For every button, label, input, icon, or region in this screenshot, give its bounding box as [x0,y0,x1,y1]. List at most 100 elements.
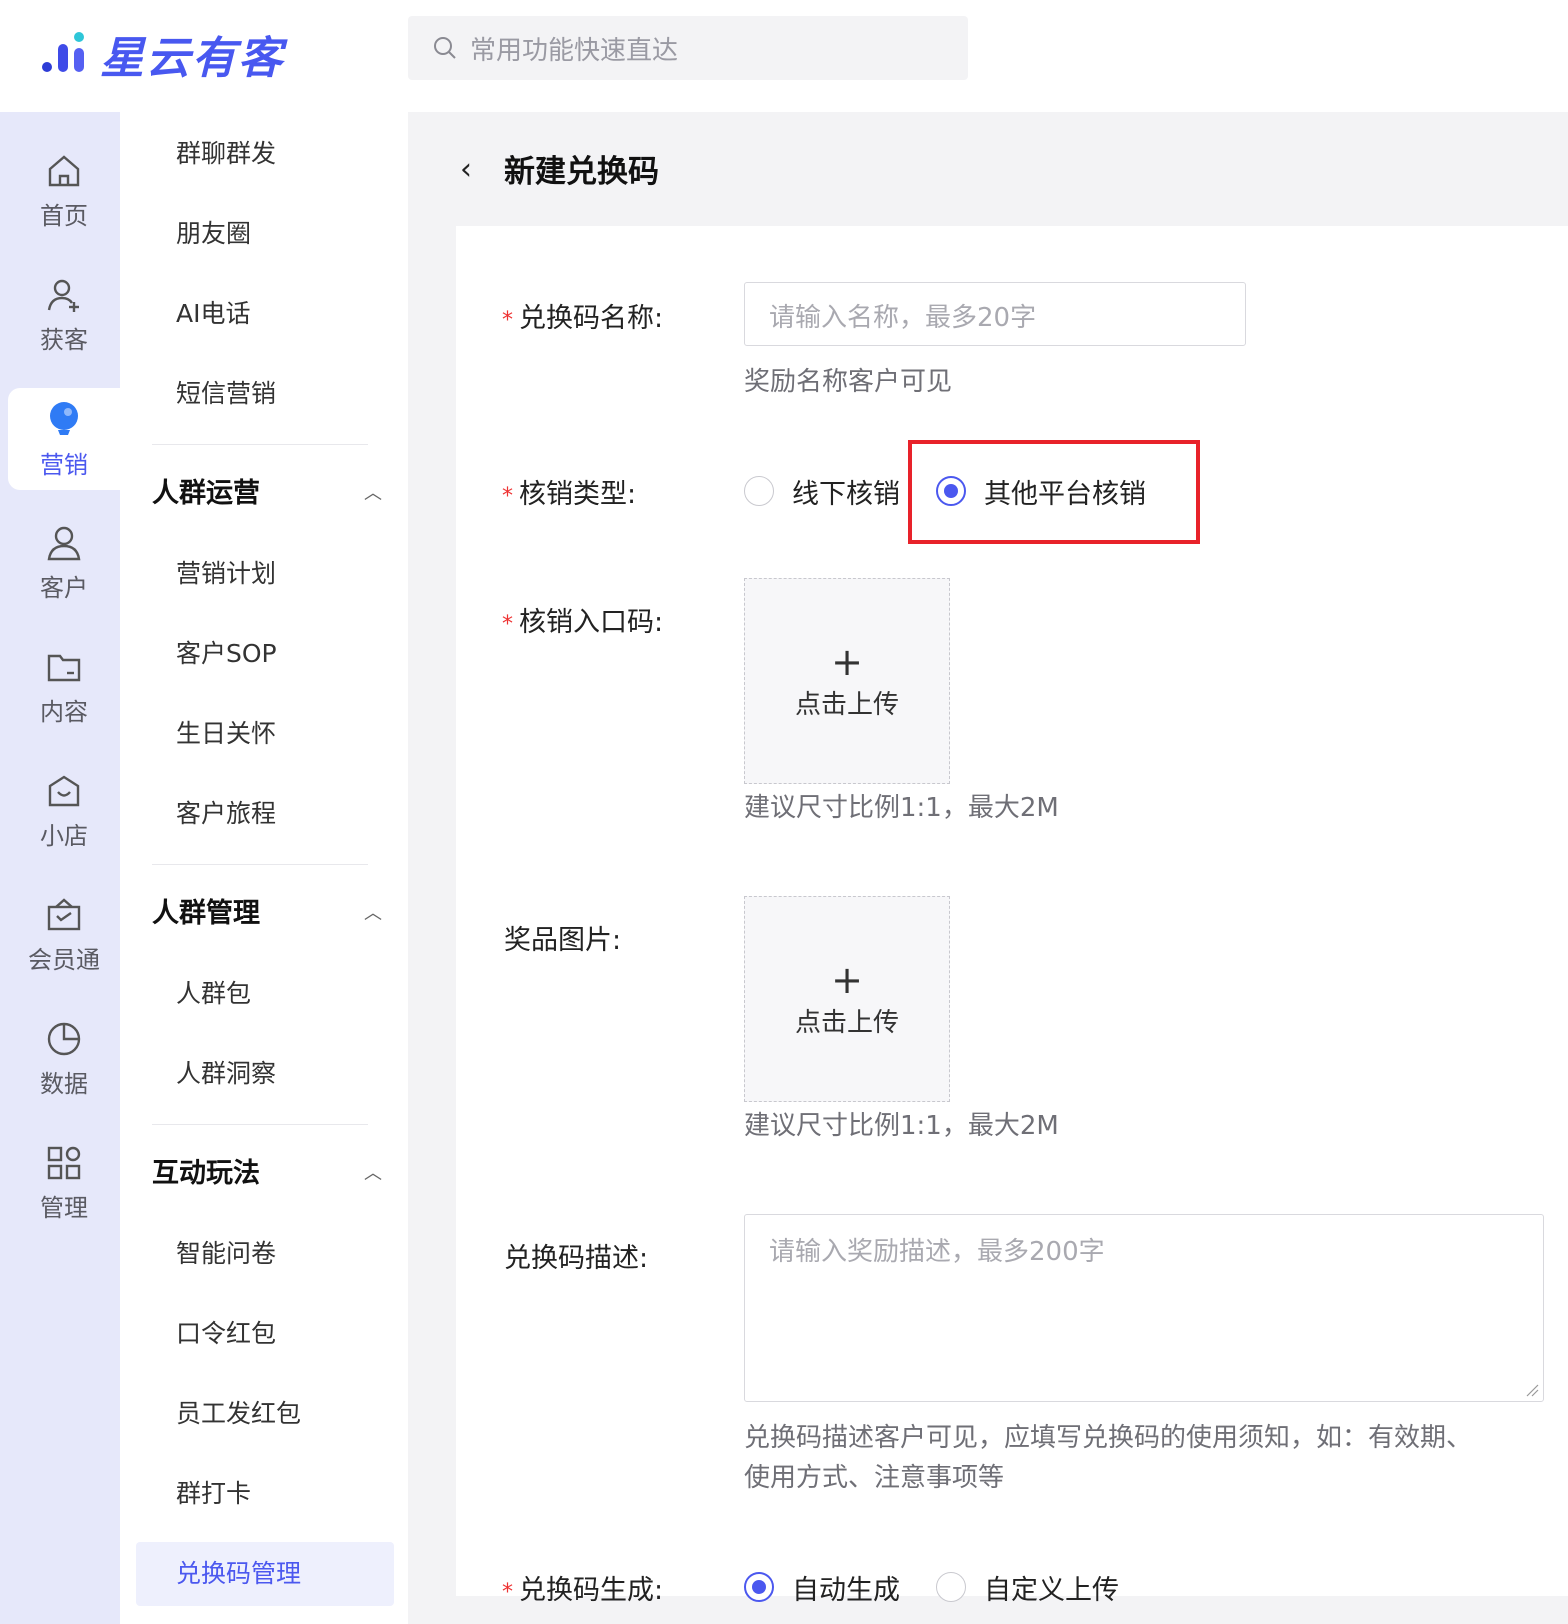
description-hint-line2: 使用方式、注意事项等 [744,1463,1005,1493]
brand-name: 星云有客 [100,33,284,84]
folder-icon [47,654,81,681]
rail-label: 获客 [40,325,88,354]
generation-label: * 兑换码生成: [502,1568,663,1607]
back-icon[interactable]: ‹ [460,152,472,187]
page-title: 新建兑换码 [504,154,659,190]
submenu-item[interactable]: 智能问卷 [176,1234,276,1274]
rail-label: 数据 [40,1069,88,1098]
group-title: 人群管理 [152,898,260,929]
submenu-item[interactable]: 口令红包 [176,1314,276,1354]
user-add-icon [47,279,79,312]
rail-item-content[interactable]: 内容 [8,636,120,738]
name-input[interactable]: 请输入名称，最多20字 [744,282,1246,346]
rail-item-marketing[interactable]: 营销 [8,388,120,490]
highlight-box [908,440,1200,544]
resize-handle-icon[interactable] [1525,1383,1539,1397]
prize-image-label: 奖品图片: [504,925,622,956]
submenu-item[interactable]: 群打卡 [176,1474,251,1514]
user-icon [47,526,81,560]
submenu-item[interactable]: AI电话 [176,294,250,334]
rail-item-shop[interactable]: 小店 [8,760,120,862]
rail-label: 管理 [40,1193,88,1222]
required-mark: * [502,308,513,333]
plus-icon: + [831,957,863,1002]
divider [152,444,368,445]
rail-item-acquire[interactable]: 获客 [8,264,120,366]
submenu-group-crowd-ops[interactable]: 人群运营 ︿ [152,474,382,514]
description-label: 兑换码描述: [504,1243,649,1274]
submenu-item[interactable]: 生日关怀 [176,714,276,754]
submenu-item-active[interactable]: 兑换码管理 [176,1554,301,1594]
label-text: 核销入口码: [519,607,664,638]
required-mark: * [502,1580,513,1605]
apps-icon [47,1146,81,1179]
verify-entry-hint: 建议尺寸比例1:1，最大2M [744,793,1059,823]
chevron-up-icon: ︿ [364,483,382,504]
rail-item-data[interactable]: 数据 [8,1008,120,1110]
rail-label: 内容 [40,697,88,726]
submenu-group-interactive[interactable]: 互动玩法 ︿ [152,1154,382,1194]
plus-icon: + [831,639,863,684]
rail-item-manage[interactable]: 管理 [8,1132,120,1234]
pie-chart-icon [47,1022,81,1055]
marketing-icon [50,401,78,435]
rail-label: 客户 [40,573,88,602]
prize-image-hint: 建议尺寸比例1:1，最大2M [744,1111,1059,1141]
search-input[interactable]: 常用功能快速直达 [408,16,968,80]
submenu-item[interactable]: 人群洞察 [176,1054,276,1094]
group-title: 互动玩法 [152,1158,260,1189]
radio-auto-generate[interactable] [744,1572,774,1602]
description-textarea[interactable]: 请输入奖励描述，最多200字 [744,1214,1544,1402]
rail-label: 营销 [40,450,88,479]
description-hint-line1: 兑换码描述客户可见，应填写兑换码的使用须知，如：有效期、 [744,1423,1473,1453]
shop-icon [48,775,80,806]
submenu-item[interactable]: 营销计划 [176,554,276,594]
group-title: 人群运营 [152,478,260,509]
radio-custom-upload[interactable] [936,1572,966,1602]
submenu-item[interactable]: 客户SOP [176,634,277,674]
submenu-item[interactable]: 人群包 [176,974,251,1014]
submenu-item[interactable]: 客户旅程 [176,794,276,834]
logo-icon [38,26,94,82]
submenu-item[interactable]: 朋友圈 [176,214,251,254]
chevron-up-icon: ︿ [364,1163,382,1184]
divider [152,864,368,865]
name-label: * 兑换码名称: [502,296,663,335]
label-text: 兑换码生成: [519,1575,664,1606]
required-mark: * [502,612,513,637]
rail-label: 首页 [40,201,88,230]
rail-label: 小店 [40,821,88,850]
top-bar: 星云有客 常用功能快速直达 [0,0,1568,112]
search-placeholder: 常用功能快速直达 [470,35,679,66]
rail-item-member[interactable]: 会员通 [8,884,120,986]
page-header: ‹ 新建兑换码 [408,112,1568,224]
verify-entry-label: * 核销入口码: [502,600,663,639]
icon-rail: 首页 获客 营销 客户 内容 小店 会员通 数据 管理 [0,112,120,1624]
divider [152,1124,368,1125]
verify-type-label: * 核销类型: [502,472,636,511]
radio-offline-label[interactable]: 线下核销 [792,472,900,511]
radio-auto-generate-label[interactable]: 自动生成 [792,1568,900,1607]
description-placeholder: 请输入奖励描述，最多200字 [769,1237,1105,1267]
upload-text: 点击上传 [794,1007,899,1038]
submenu-item[interactable]: 群聊群发 [176,134,276,174]
submenu-panel: 群聊群发 朋友圈 AI电话 短信营销 人群运营 ︿ 营销计划 客户SOP 生日关… [120,112,408,1624]
verify-entry-upload[interactable]: + 点击上传 [744,578,950,784]
upload-text: 点击上传 [794,689,899,720]
submenu-item[interactable]: 短信营销 [176,374,276,414]
label-text: 核销类型: [519,479,637,510]
chevron-up-icon: ︿ [364,903,382,924]
search-icon [434,37,456,59]
brand-logo[interactable]: 星云有客 [38,24,284,84]
label-text: 兑换码名称: [519,303,664,334]
submenu-item[interactable]: 员工发红包 [176,1394,301,1434]
name-hint: 奖励名称客户可见 [744,367,953,397]
radio-custom-upload-label[interactable]: 自定义上传 [984,1568,1119,1607]
radio-offline[interactable] [744,476,774,506]
rail-label: 会员通 [28,945,100,974]
rail-item-home[interactable]: 首页 [8,140,120,242]
submenu-group-crowd-manage[interactable]: 人群管理 ︿ [152,894,382,934]
rail-item-customer[interactable]: 客户 [8,512,120,614]
home-icon [48,154,80,186]
prize-image-upload[interactable]: + 点击上传 [744,896,950,1102]
